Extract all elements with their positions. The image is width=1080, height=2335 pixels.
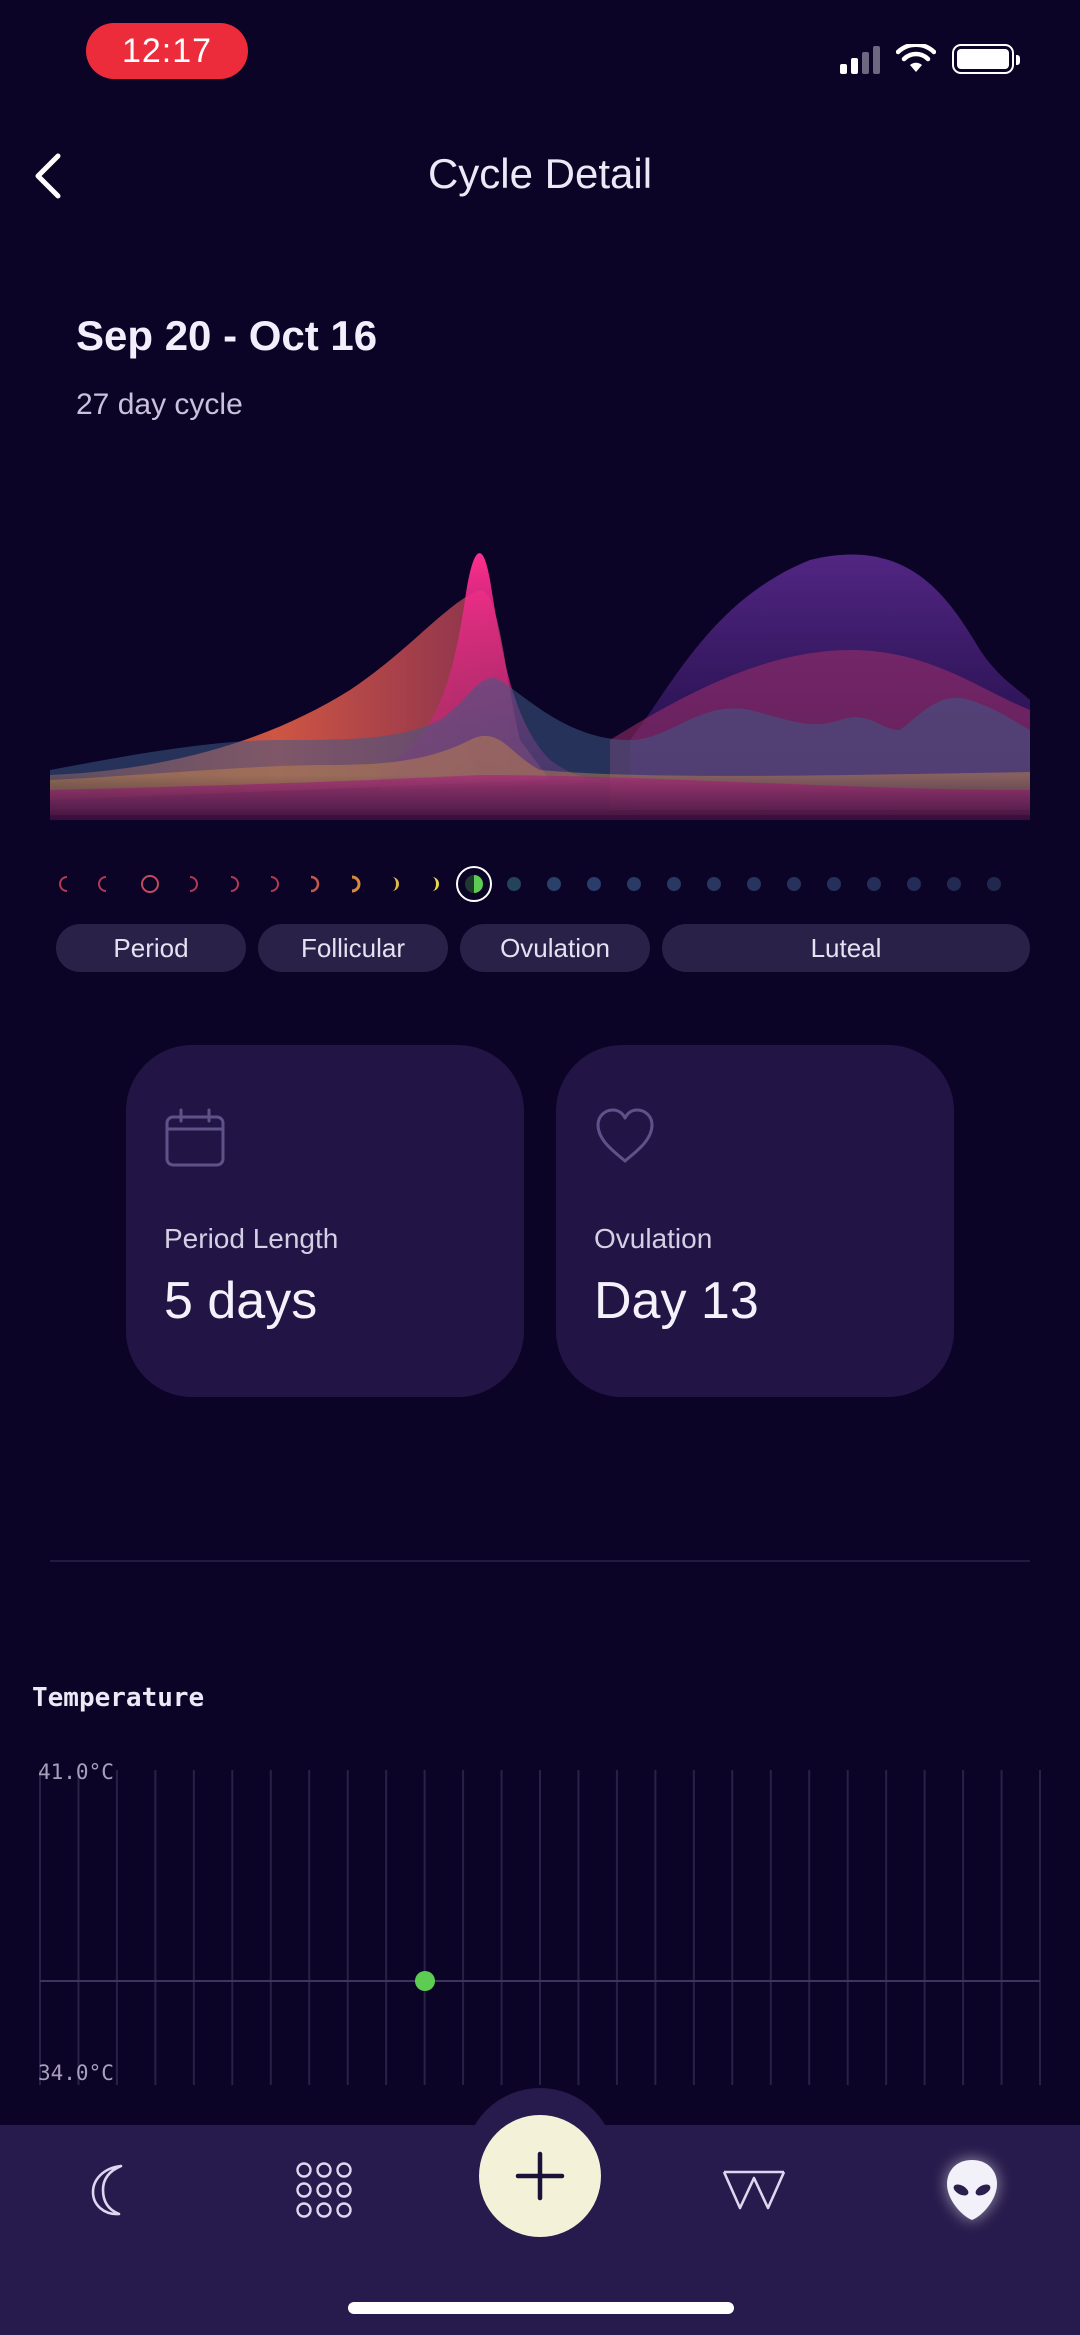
tab-overview[interactable] [284, 2150, 364, 2230]
day-12-marker-selected[interactable] [456, 866, 492, 902]
temperature-y-max-label: 41.0°C [38, 1760, 114, 1784]
ovulation-label: Ovulation [594, 1223, 713, 1254]
day-1-marker [59, 876, 68, 892]
temperature-data-point[interactable] [415, 1971, 435, 1991]
temperature-y-min-label: 34.0°C [38, 2061, 114, 2085]
phase-follicular[interactable]: Follicular [258, 924, 448, 972]
cycle-day-indicators [59, 866, 1001, 902]
day-3-marker [141, 875, 159, 893]
cycle-length: 27 day cycle [76, 388, 243, 421]
temperature-title: Temperature [32, 1683, 205, 1713]
heart-icon [596, 1108, 654, 1163]
tab-profile[interactable] [932, 2150, 1012, 2230]
day-10-marker [432, 877, 439, 891]
page-title: Cycle Detail [427, 150, 653, 197]
ovulation-value: Day 13 [594, 1272, 759, 1330]
temperature-grid [39, 1770, 1041, 2085]
phase-ovulation[interactable]: Ovulation [460, 924, 650, 972]
tab-insights[interactable] [714, 2150, 794, 2230]
add-button[interactable] [479, 2115, 601, 2237]
day-24-marker [947, 877, 961, 891]
w-logo-icon [722, 2170, 786, 2210]
period-length-label: Period Length [164, 1223, 339, 1254]
day-14-marker [547, 877, 561, 891]
calendar-icon [165, 1108, 225, 1167]
wifi-icon [896, 44, 936, 72]
day-23-marker [907, 877, 921, 891]
day-17-marker [667, 877, 681, 891]
home-indicator [348, 2302, 734, 2314]
day-13-marker [507, 877, 521, 891]
status-time: 12:17 [86, 23, 248, 79]
day-6-marker [270, 876, 279, 892]
moon-icon [91, 2164, 123, 2216]
day-21-marker [827, 877, 841, 891]
battery-icon [952, 44, 1020, 74]
day-4-marker [189, 876, 198, 892]
period-length-card[interactable]: Period Length 5 days [126, 1045, 524, 1397]
phase-luteal[interactable]: Luteal [662, 924, 1030, 972]
day-2-marker [98, 876, 107, 892]
cellular-signal-icon [840, 44, 880, 74]
ovulation-card[interactable]: Ovulation Day 13 [556, 1045, 954, 1397]
day-22-marker [867, 877, 881, 891]
day-18-marker [707, 877, 721, 891]
day-20-marker [787, 877, 801, 891]
grid-icon [296, 2162, 352, 2218]
status-icons [840, 40, 1020, 74]
day-7-marker [310, 875, 320, 893]
day-16-marker [627, 877, 641, 891]
day-9-marker [392, 877, 399, 891]
period-length-value: 5 days [164, 1272, 318, 1330]
phase-period[interactable]: Period [56, 924, 246, 972]
day-8-marker [351, 875, 361, 893]
alien-icon [947, 2160, 997, 2220]
day-25-marker [987, 877, 1001, 891]
day-5-marker [230, 876, 239, 892]
add-icon [515, 2151, 565, 2201]
day-19-marker [747, 877, 761, 891]
day-15-marker [587, 877, 601, 891]
section-divider [50, 1560, 1030, 1562]
cycle-date-range: Sep 20 - Oct 16 [76, 312, 378, 359]
temperature-chart: 41.0°C 34.0°C [38, 1760, 1041, 2085]
cycle-wave-visualization [50, 553, 1030, 850]
tab-cycle[interactable] [70, 2150, 150, 2230]
